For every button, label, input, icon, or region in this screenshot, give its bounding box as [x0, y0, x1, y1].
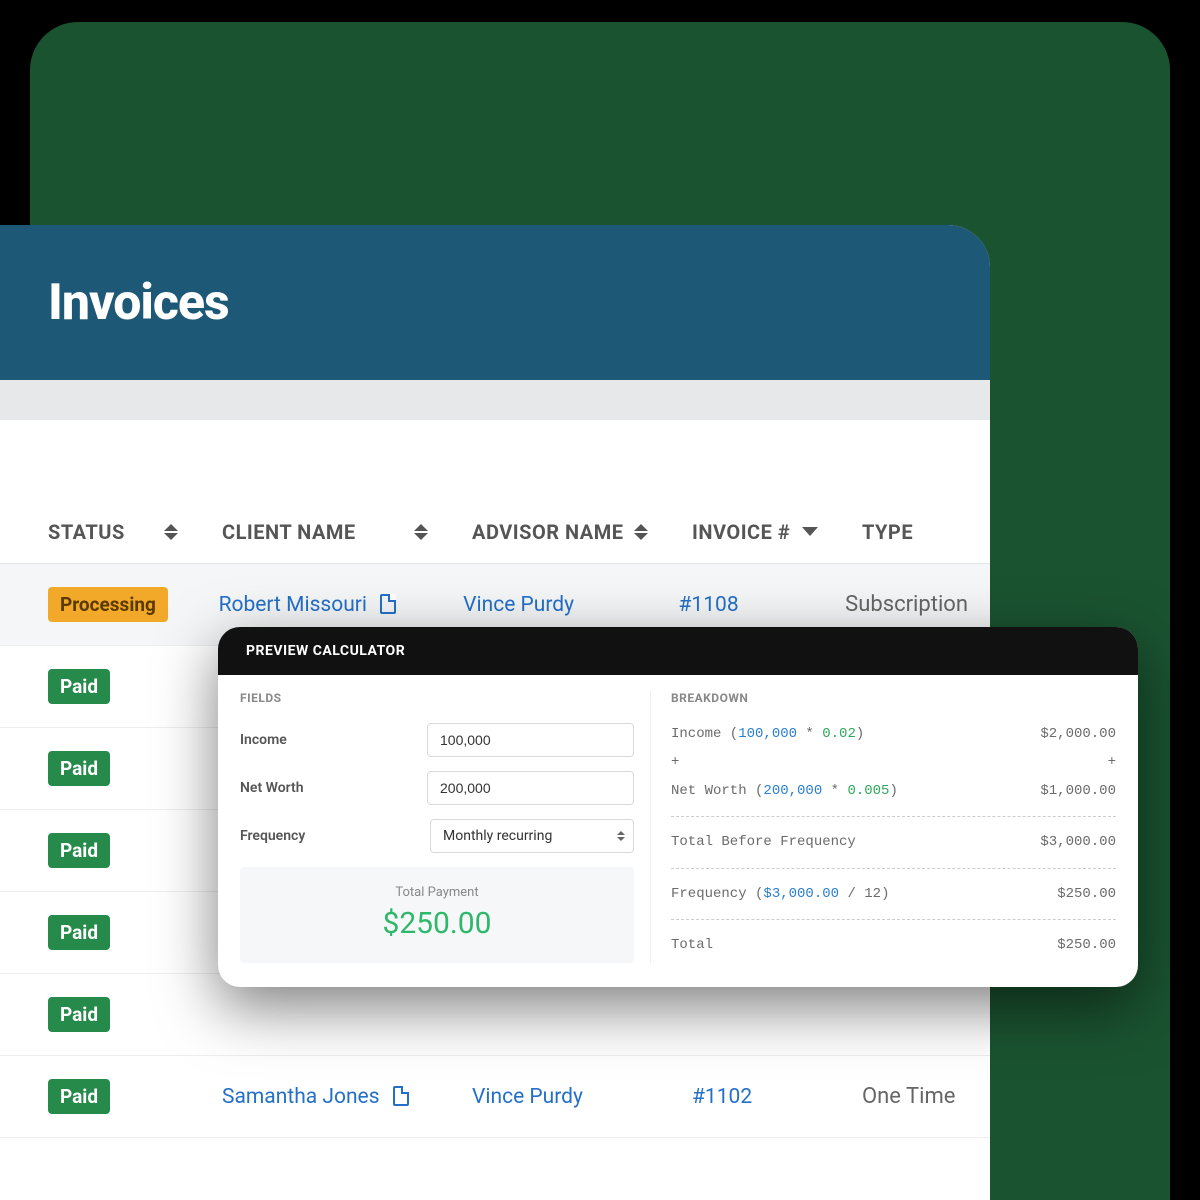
column-header-type[interactable]: TYPE [840, 520, 990, 544]
column-label: CLIENT NAME [222, 520, 356, 544]
calculator-header: PREVIEW CALCULATOR [218, 627, 1138, 675]
select-arrows-icon [617, 831, 625, 841]
divider [671, 868, 1116, 869]
cell-status: Paid [0, 997, 200, 1032]
breakdown-networth-row: Net Worth (200,000 * 0.005) $1,000.00 [671, 780, 1116, 802]
divider [671, 919, 1116, 920]
cell-type: One Time [840, 1084, 990, 1109]
sort-icon [164, 524, 178, 540]
income-field-row: Income [240, 723, 634, 757]
advisor-link[interactable]: Vince Purdy [472, 1085, 583, 1109]
total-payment-box: Total Payment $250.00 [240, 867, 634, 963]
sort-desc-icon [802, 527, 818, 536]
cell-status: Paid [0, 751, 200, 786]
cell-advisor: Vince Purdy [450, 1085, 670, 1109]
breakdown-result: $250.00 [1057, 883, 1116, 905]
spacer [0, 420, 990, 500]
breakdown-result: $3,000.00 [1040, 831, 1116, 853]
sort-icon [414, 524, 428, 540]
column-header-status[interactable]: STATUS [0, 520, 200, 544]
breakdown-plus-row: + + [671, 751, 1116, 773]
calculator-title: PREVIEW CALCULATOR [246, 643, 405, 659]
column-label: TYPE [862, 520, 913, 544]
document-icon[interactable] [380, 594, 396, 614]
type-text: Subscription [845, 592, 968, 617]
frequency-label: Frequency [240, 828, 430, 844]
total-payment-amount: $250.00 [240, 906, 634, 941]
invoices-header: Invoices [0, 225, 990, 380]
advisor-link[interactable]: Vince Purdy [463, 593, 574, 617]
table-header-row: STATUS CLIENT NAME ADVISOR NAME INVOICE … [0, 500, 990, 564]
status-badge: Processing [48, 587, 168, 622]
breakdown-frequency-row: Frequency ($3,000.00 / 12) $250.00 [671, 883, 1116, 905]
toolbar-band [0, 380, 990, 420]
breakdown-total-row: Total $250.00 [671, 934, 1116, 956]
cell-client: Robert Missouri [197, 593, 442, 617]
breakdown-var: 100,000 [738, 726, 797, 742]
cell-type: Subscription [823, 592, 990, 617]
breakdown-result: $2,000.00 [1040, 723, 1116, 745]
type-text: One Time [862, 1084, 955, 1109]
status-badge: Paid [48, 833, 110, 868]
income-label: Income [240, 732, 427, 748]
breakdown-result: $1,000.00 [1040, 780, 1116, 802]
column-header-invoice[interactable]: INVOICE # [670, 520, 840, 544]
cell-invoice: #1102 [670, 1085, 840, 1109]
status-badge: Paid [48, 669, 110, 704]
cell-status: Processing [0, 587, 197, 622]
cell-status: Paid [0, 1079, 200, 1114]
fields-section-label: FIELDS [240, 691, 634, 705]
networth-input[interactable] [427, 771, 634, 805]
calculator-body: FIELDS Income Net Worth Frequency Monthl… [218, 675, 1138, 987]
preview-calculator-modal: PREVIEW CALCULATOR FIELDS Income Net Wor… [218, 627, 1138, 987]
column-header-advisor[interactable]: ADVISOR NAME [450, 520, 670, 544]
cell-status: Paid [0, 669, 200, 704]
total-payment-label: Total Payment [240, 885, 634, 900]
status-badge: Paid [48, 915, 110, 950]
column-label: INVOICE # [692, 520, 790, 544]
breakdown-panel: BREAKDOWN Income (100,000 * 0.02) $2,000… [650, 691, 1116, 963]
cell-advisor: Vince Purdy [441, 593, 656, 617]
page-title: Invoices [48, 274, 229, 332]
invoice-link[interactable]: #1102 [692, 1085, 752, 1109]
breakdown-result: $250.00 [1057, 934, 1116, 956]
income-input[interactable] [427, 723, 634, 757]
cell-status: Paid [0, 833, 200, 868]
divider [671, 816, 1116, 817]
breakdown-var: 200,000 [763, 783, 822, 799]
breakdown-var: $3,000.00 [763, 886, 839, 902]
document-icon[interactable] [393, 1086, 409, 1106]
networth-label: Net Worth [240, 780, 427, 796]
breakdown-mult: 0.02 [822, 726, 856, 742]
breakdown-income-row: Income (100,000 * 0.02) $2,000.00 [671, 723, 1116, 745]
client-link[interactable]: Samantha Jones [222, 1085, 380, 1109]
invoice-link[interactable]: #1108 [679, 593, 739, 617]
frequency-select[interactable]: Monthly recurring [430, 819, 634, 853]
fields-panel: FIELDS Income Net Worth Frequency Monthl… [240, 691, 650, 963]
frequency-field-row: Frequency Monthly recurring [240, 819, 634, 853]
cell-client: Samantha Jones [200, 1085, 450, 1109]
column-label: ADVISOR NAME [472, 520, 624, 544]
breakdown-text: Income ( [671, 726, 738, 742]
status-badge: Paid [48, 997, 110, 1032]
status-badge: Paid [48, 751, 110, 786]
sort-icon [634, 524, 648, 540]
table-row[interactable]: Paid Samantha Jones Vince Purdy #1102 On… [0, 1056, 990, 1138]
column-label: STATUS [48, 520, 125, 544]
cell-status: Paid [0, 915, 200, 950]
client-link[interactable]: Robert Missouri [219, 593, 367, 617]
breakdown-mult: 0.005 [847, 783, 889, 799]
breakdown-beforefreq-row: Total Before Frequency $3,000.00 [671, 831, 1116, 853]
cell-invoice: #1108 [657, 593, 824, 617]
status-badge: Paid [48, 1079, 110, 1114]
frequency-value: Monthly recurring [443, 828, 552, 844]
column-header-client[interactable]: CLIENT NAME [200, 520, 450, 544]
networth-field-row: Net Worth [240, 771, 634, 805]
breakdown-section-label: BREAKDOWN [671, 691, 1116, 705]
